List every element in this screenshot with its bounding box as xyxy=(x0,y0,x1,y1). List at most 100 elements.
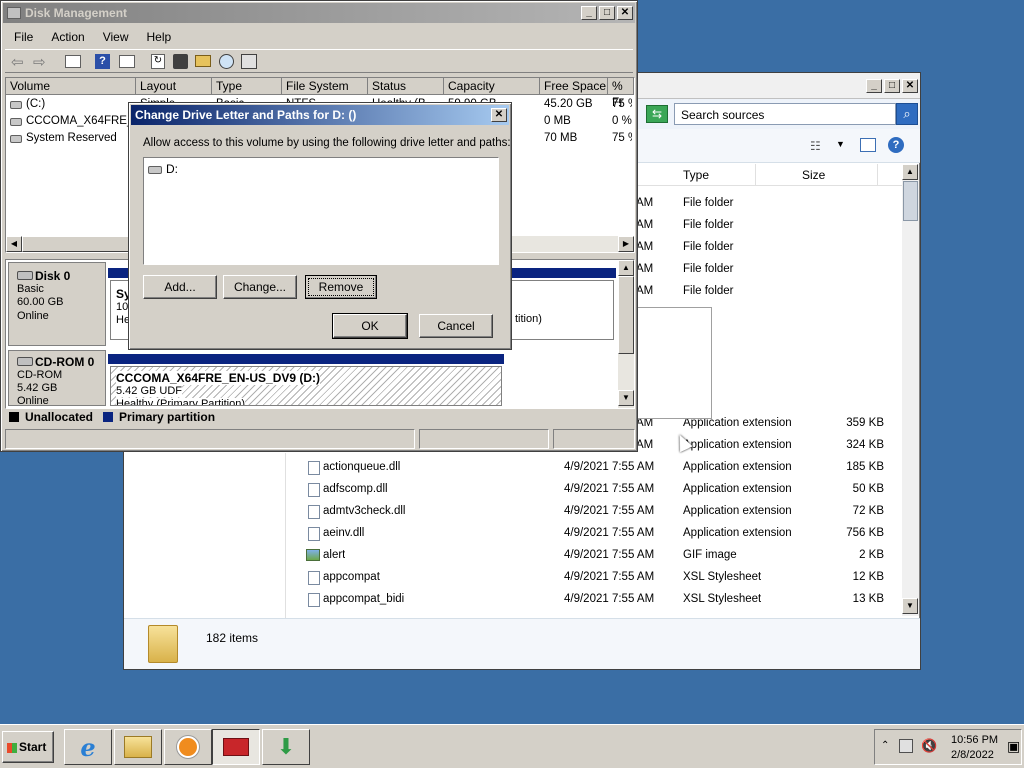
search-placeholder: Search sources xyxy=(681,108,765,122)
clock-time[interactable]: 10:56 PM xyxy=(951,734,998,746)
help-icon[interactable]: ? xyxy=(888,137,904,153)
download-arrow-icon[interactable]: ⬇ xyxy=(262,729,310,765)
explorer-scrollbar[interactable]: ▲ ▼ xyxy=(902,164,919,616)
file-row[interactable]: actionqueue.dll 4/9/2021 7:55 AM Applicati… xyxy=(304,457,902,479)
list-item[interactable]: AM File folder xyxy=(636,237,902,259)
volume-column-header[interactable]: Volume xyxy=(6,78,136,95)
media-glyph xyxy=(177,736,199,758)
volume-column-header[interactable]: % Fr xyxy=(608,78,634,109)
back-icon[interactable]: ⇦ xyxy=(11,53,24,71)
scroll-down-button[interactable]: ▼ xyxy=(618,390,634,406)
volume-column-header[interactable]: Type xyxy=(212,78,282,95)
close-button[interactable]: ✕ xyxy=(491,108,507,122)
maximize-button[interactable]: □ xyxy=(884,78,900,93)
volume-column-header[interactable]: Capacity xyxy=(444,78,540,95)
scroll-right-button[interactable]: ▶ xyxy=(618,236,634,252)
disk-name: Disk 0 xyxy=(35,269,71,283)
cdrom-0-label[interactable]: CD-ROM 0 CD-ROM 5.42 GB Online xyxy=(8,350,106,407)
scroll-up-button[interactable]: ▲ xyxy=(618,260,634,276)
volume-column-header[interactable]: Status xyxy=(368,78,444,95)
scroll-left-button[interactable]: ◀ xyxy=(6,236,22,252)
file-row[interactable]: appcompat 4/9/2021 7:55 AM XSL Stylesheet 1… xyxy=(304,567,902,589)
file-row[interactable]: adfscomp.dll 4/9/2021 7:55 AM Application … xyxy=(304,479,902,501)
forward-icon[interactable]: ⇨ xyxy=(33,53,46,71)
file-type: File folder xyxy=(683,197,734,209)
remove-button[interactable]: Remove xyxy=(305,275,377,299)
maximize-button[interactable]: □ xyxy=(599,6,615,20)
search-icon[interactable]: ⌕ xyxy=(896,103,918,125)
cdrom-volume-title: CCCOMA_X64FRE_EN-US_DV9 (D:) xyxy=(116,371,321,385)
search-icon[interactable] xyxy=(219,54,234,69)
drive-icon xyxy=(10,118,22,126)
refresh-icon[interactable]: ⇆ xyxy=(646,105,668,123)
file-type: File folder xyxy=(683,219,734,231)
properties-icon[interactable] xyxy=(119,55,135,68)
file-date: 4/9/2021 7:55 AM xyxy=(564,527,655,539)
minimize-button[interactable]: _ xyxy=(866,78,882,93)
volume-column-header[interactable]: Free Space xyxy=(540,78,608,95)
column-size[interactable]: Size xyxy=(798,164,878,186)
file-explorer-icon[interactable] xyxy=(114,729,162,765)
minimize-button[interactable]: _ xyxy=(581,6,597,20)
partition-status-right: tition) xyxy=(515,313,542,325)
scroll-down-button[interactable]: ▼ xyxy=(902,598,918,614)
open-folder-icon[interactable] xyxy=(195,55,211,67)
refresh-icon[interactable]: ↻ xyxy=(151,54,165,69)
scroll-thumb[interactable] xyxy=(903,181,918,221)
file-type: File folder xyxy=(683,285,734,297)
file-date: 4/9/2021 7:55 AM xyxy=(564,505,655,517)
app-icon xyxy=(7,7,21,19)
add-button[interactable]: Add... xyxy=(143,275,217,299)
file-row[interactable]: appcompat_bidi 4/9/2021 7:55 AM XSL Styles… xyxy=(304,589,902,611)
vscroll-thumb[interactable] xyxy=(618,276,634,354)
file-row[interactable]: alert 4/9/2021 7:55 AM GIF image 2 KB xyxy=(304,545,902,567)
file-date: AM xyxy=(636,241,654,253)
network-icon[interactable] xyxy=(899,739,913,753)
views-icon[interactable]: ☷ xyxy=(810,139,821,153)
volume-column-header[interactable]: Layout xyxy=(136,78,212,95)
server-manager-icon[interactable] xyxy=(212,729,260,765)
chevron-down-icon[interactable]: ▼ xyxy=(836,139,845,149)
change-button[interactable]: Change... xyxy=(223,275,297,299)
clock-date[interactable]: 2/8/2022 xyxy=(951,749,994,761)
chevron-up-icon[interactable]: ⌃ xyxy=(881,740,889,751)
menu-help[interactable]: Help xyxy=(138,27,181,47)
status-pane-1 xyxy=(5,429,415,449)
show-hide-tree-icon[interactable] xyxy=(65,55,81,68)
scroll-up-button[interactable]: ▲ xyxy=(902,164,918,180)
cancel-button[interactable]: Cancel xyxy=(419,314,493,338)
settings-icon[interactable] xyxy=(173,54,188,69)
preview-pane-icon[interactable] xyxy=(860,138,876,152)
cdrom-volume[interactable]: CCCOMA_X64FRE_EN-US_DV9 (D:) 5.42 GB UDF… xyxy=(110,366,502,406)
media-player-icon[interactable] xyxy=(164,729,212,765)
close-button[interactable]: ✕ xyxy=(617,6,633,20)
column-type[interactable]: Type xyxy=(636,164,756,186)
drive-path-entry[interactable]: D: xyxy=(148,162,178,178)
list-item[interactable]: AM File folder xyxy=(636,259,902,281)
internet-explorer-icon[interactable]: e xyxy=(64,729,112,765)
ok-button[interactable]: OK xyxy=(332,313,408,339)
file-row[interactable]: admtv3check.dll 4/9/2021 7:55 AM Applicati… xyxy=(304,501,902,523)
search-input[interactable]: Search sources xyxy=(674,103,896,125)
menu-file[interactable]: File xyxy=(5,27,42,47)
show-desktop-icon[interactable]: ▣ xyxy=(1007,738,1020,755)
list-item[interactable]: AM File folder xyxy=(636,281,902,303)
volume-cell-name: (C:) xyxy=(26,98,46,110)
drive-paths-list[interactable]: D: xyxy=(143,157,499,265)
file-row[interactable]: aeinv.dll 4/9/2021 7:55 AM Application ext… xyxy=(304,523,902,545)
disk-view-vscroll[interactable]: ▲ ▼ xyxy=(618,260,634,408)
volume-muted-icon[interactable]: 🔇 xyxy=(921,738,937,754)
disk-0-label[interactable]: Disk 0 Basic 60.00 GB Online xyxy=(8,262,106,346)
start-button[interactable]: Start xyxy=(2,731,54,763)
xsl-file-icon xyxy=(308,593,320,607)
list-item[interactable]: AM File folder xyxy=(636,193,902,215)
close-button[interactable]: ✕ xyxy=(902,78,918,93)
item-count: 182 items xyxy=(206,631,259,645)
help-icon[interactable]: ? xyxy=(95,54,110,69)
folder-glyph xyxy=(124,736,152,758)
volume-column-header[interactable]: File System xyxy=(282,78,368,95)
menu-action[interactable]: Action xyxy=(42,27,93,47)
disk-icon[interactable] xyxy=(241,54,257,69)
menu-view[interactable]: View xyxy=(94,27,138,47)
list-item[interactable]: AM File folder xyxy=(636,215,902,237)
